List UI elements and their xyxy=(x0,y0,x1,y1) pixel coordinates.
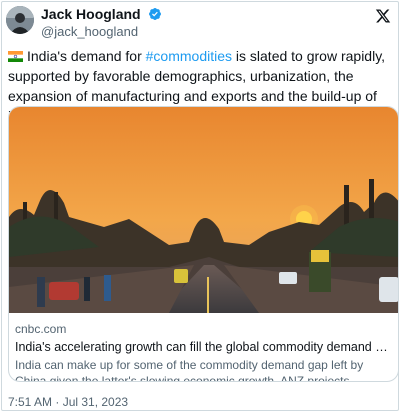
author-names: Jack Hoogland @jack_hoogland xyxy=(41,6,162,40)
card-meta: cnbc.com India's accelerating growth can… xyxy=(9,313,398,382)
x-logo-icon[interactable] xyxy=(375,8,391,24)
author-display-name[interactable]: Jack Hoogland xyxy=(41,6,141,22)
tweet-card[interactable]: Jack Hoogland @jack_hoogland India's dem… xyxy=(1,1,399,411)
avatar[interactable] xyxy=(6,6,34,34)
avatar-photo xyxy=(6,6,34,34)
link-preview-card[interactable]: cnbc.com India's accelerating growth can… xyxy=(8,106,399,382)
card-domain: cnbc.com xyxy=(15,322,67,336)
hashtag-link[interactable]: #commodities xyxy=(146,48,232,64)
card-title[interactable]: India's accelerating growth can fill the… xyxy=(15,339,394,356)
card-description: India can make up for some of the commod… xyxy=(15,358,364,382)
card-image[interactable] xyxy=(9,107,399,313)
verified-badge-icon xyxy=(149,8,162,20)
author-handle[interactable]: @jack_hoogland xyxy=(41,24,162,40)
tweet-text-part: India's demand for xyxy=(27,48,146,64)
tweet-timestamp[interactable]: 7:51 AM · Jul 31, 2023 xyxy=(8,394,128,410)
india-flag-icon xyxy=(8,51,23,62)
